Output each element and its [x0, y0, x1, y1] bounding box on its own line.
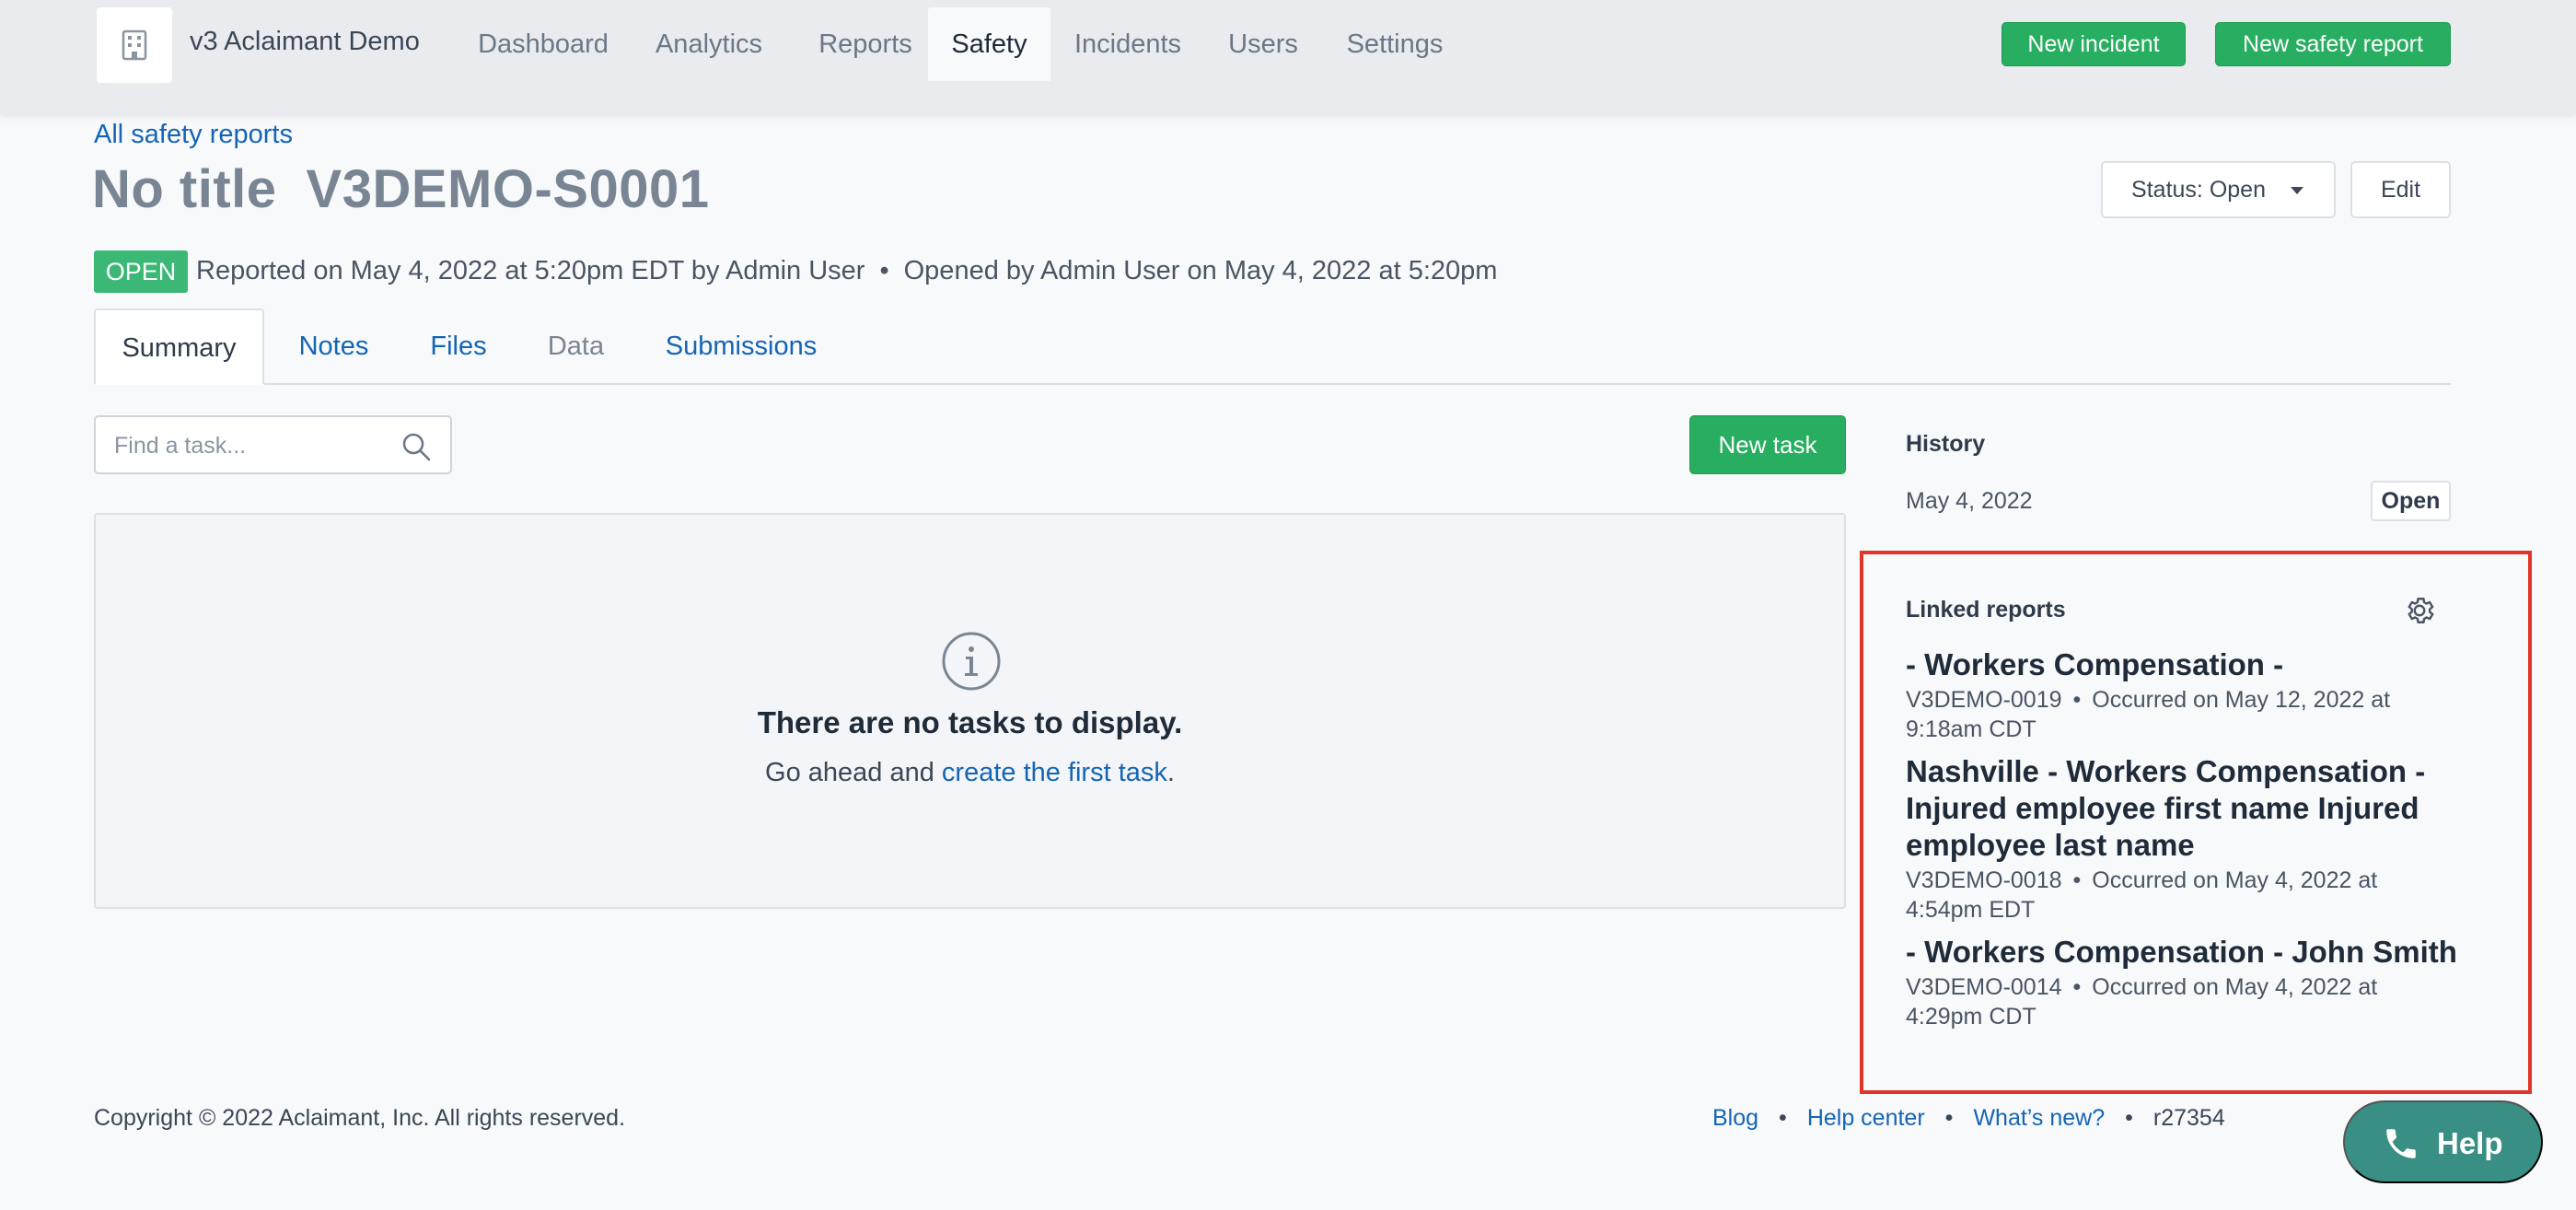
footer-copyright: Copyright © 2022 Aclaimant, Inc. All rig…: [94, 1105, 626, 1131]
nav-settings[interactable]: Settings: [1335, 7, 1455, 81]
footer-separator: •: [1944, 1105, 1954, 1131]
meta-separator: •: [879, 256, 889, 285]
empty-state-message: Go ahead and create the first task.: [96, 758, 1844, 788]
help-label: Help: [2437, 1126, 2503, 1160]
meta-separator: •: [2072, 867, 2082, 893]
empty-state-title: There are no tasks to display.: [757, 705, 1183, 739]
linked-report-occurred: Occurred on May 4, 2022 at: [2092, 867, 2378, 893]
linked-report-occurred-time: 4:54pm EDT: [1906, 897, 2036, 923]
create-first-task-link[interactable]: create the first task: [942, 758, 1167, 787]
linked-reports-heading: Linked reports: [1906, 597, 2066, 622]
new-task-button[interactable]: New task: [1689, 415, 1846, 474]
app-name[interactable]: v3 Aclaimant Demo: [190, 27, 420, 57]
tab-notes[interactable]: Notes: [281, 308, 387, 385]
tasks-empty-state: There are no tasks to display. Go ahead …: [94, 513, 1846, 909]
report-id: V3DEMO-S0001: [306, 159, 710, 219]
report-meta: Reported on May 4, 2022 at 5:20pm EDT by…: [196, 256, 1497, 286]
task-search-input[interactable]: [114, 430, 390, 461]
phone-icon: [2386, 1129, 2416, 1158]
info-icon: [942, 632, 1001, 691]
footer-separator: •: [1779, 1105, 1787, 1131]
footer-help-center-link[interactable]: Help center: [1807, 1105, 1925, 1131]
nav-reports[interactable]: Reports: [796, 7, 934, 81]
page-title: No title V3DEMO-S0001: [92, 158, 710, 220]
nav-users[interactable]: Users: [1217, 7, 1309, 81]
footer-separator: •: [2125, 1105, 2133, 1131]
nav-dashboard[interactable]: Dashboard: [460, 7, 626, 81]
building-icon: [122, 29, 147, 61]
reported-info: Reported on May 4, 2022 at 5:20pm EDT by…: [196, 256, 865, 285]
linked-report-item[interactable]: Nashville - Workers Compensation - Injur…: [1906, 753, 2458, 925]
app-logo[interactable]: [97, 7, 172, 83]
nav-incidents[interactable]: Incidents: [1063, 7, 1192, 81]
history-heading: History: [1906, 431, 1986, 457]
status-dropdown-label: Status: Open: [2131, 176, 2266, 203]
footer-links: Blog • Help center • What’s new? • r27354: [1712, 1105, 2225, 1132]
history-status-badge: Open: [2371, 481, 2451, 521]
linked-report-id: V3DEMO-0018: [1906, 867, 2062, 893]
linked-report-item[interactable]: - Workers Compensation - John Smith V3DE…: [1906, 934, 2458, 1031]
status-badge: OPEN: [94, 250, 188, 293]
linked-report-occurred: Occurred on May 4, 2022 at: [2092, 974, 2378, 1000]
task-search: [94, 415, 452, 474]
tab-submissions[interactable]: Submissions: [649, 308, 833, 385]
tab-summary[interactable]: Summary: [94, 308, 264, 385]
linked-report-occurred: Occurred on May 12, 2022 at: [2092, 687, 2391, 713]
linked-report-item[interactable]: - Workers Compensation - V3DEMO-0019 • Occ…: [1906, 646, 2458, 744]
search-icon[interactable]: [400, 430, 433, 463]
tab-files[interactable]: Files: [412, 308, 505, 385]
new-safety-report-button[interactable]: New safety report: [2215, 22, 2451, 66]
empty-state-suffix: .: [1166, 758, 1175, 787]
gear-icon[interactable]: [2403, 594, 2436, 627]
empty-state-prefix: Go ahead and: [765, 758, 942, 787]
linked-report-occurred-time: 4:29pm CDT: [1906, 1004, 2036, 1030]
tab-data[interactable]: Data: [532, 308, 620, 385]
all-safety-reports-link[interactable]: All safety reports: [94, 120, 293, 150]
linked-report-meta: V3DEMO-0019 • Occurred on May 12, 2022 at …: [1906, 685, 2458, 744]
linked-report-meta: V3DEMO-0018 • Occurred on May 4, 2022 at 4…: [1906, 866, 2458, 925]
caret-down-icon: [2290, 186, 2303, 194]
new-incident-button[interactable]: New incident: [2002, 22, 2186, 66]
top-navigation-bar: v3 Aclaimant Demo Dashboard Analytics Re…: [0, 0, 2576, 115]
footer-revision: r27354: [2152, 1105, 2225, 1131]
nav-safety[interactable]: Safety: [928, 7, 1050, 81]
meta-separator: •: [2072, 687, 2082, 713]
status-dropdown[interactable]: Status: Open: [2101, 161, 2336, 218]
linked-report-title[interactable]: Nashville - Workers Compensation - Injur…: [1906, 753, 2458, 864]
footer-blog-link[interactable]: Blog: [1712, 1105, 1758, 1131]
meta-separator: •: [2072, 974, 2082, 1000]
linked-report-title[interactable]: - Workers Compensation - John Smith: [1906, 934, 2513, 971]
footer-whats-new-link[interactable]: What’s new?: [1973, 1105, 2105, 1131]
help-button[interactable]: Help: [2343, 1100, 2543, 1183]
history-date: May 4, 2022: [1906, 488, 2033, 514]
report-title: No title: [92, 159, 277, 219]
linked-report-title[interactable]: - Workers Compensation -: [1906, 646, 2458, 683]
nav-analytics[interactable]: Analytics: [635, 7, 783, 81]
edit-button[interactable]: Edit: [2350, 161, 2451, 218]
linked-report-meta: V3DEMO-0014 • Occurred on May 4, 2022 at 4…: [1906, 972, 2458, 1031]
opened-info: Opened by Admin User on May 4, 2022 at 5…: [903, 256, 1498, 285]
linked-report-occurred-time: 9:18am CDT: [1906, 716, 2036, 742]
linked-report-id: V3DEMO-0019: [1906, 687, 2062, 713]
linked-report-id: V3DEMO-0014: [1906, 974, 2062, 1000]
